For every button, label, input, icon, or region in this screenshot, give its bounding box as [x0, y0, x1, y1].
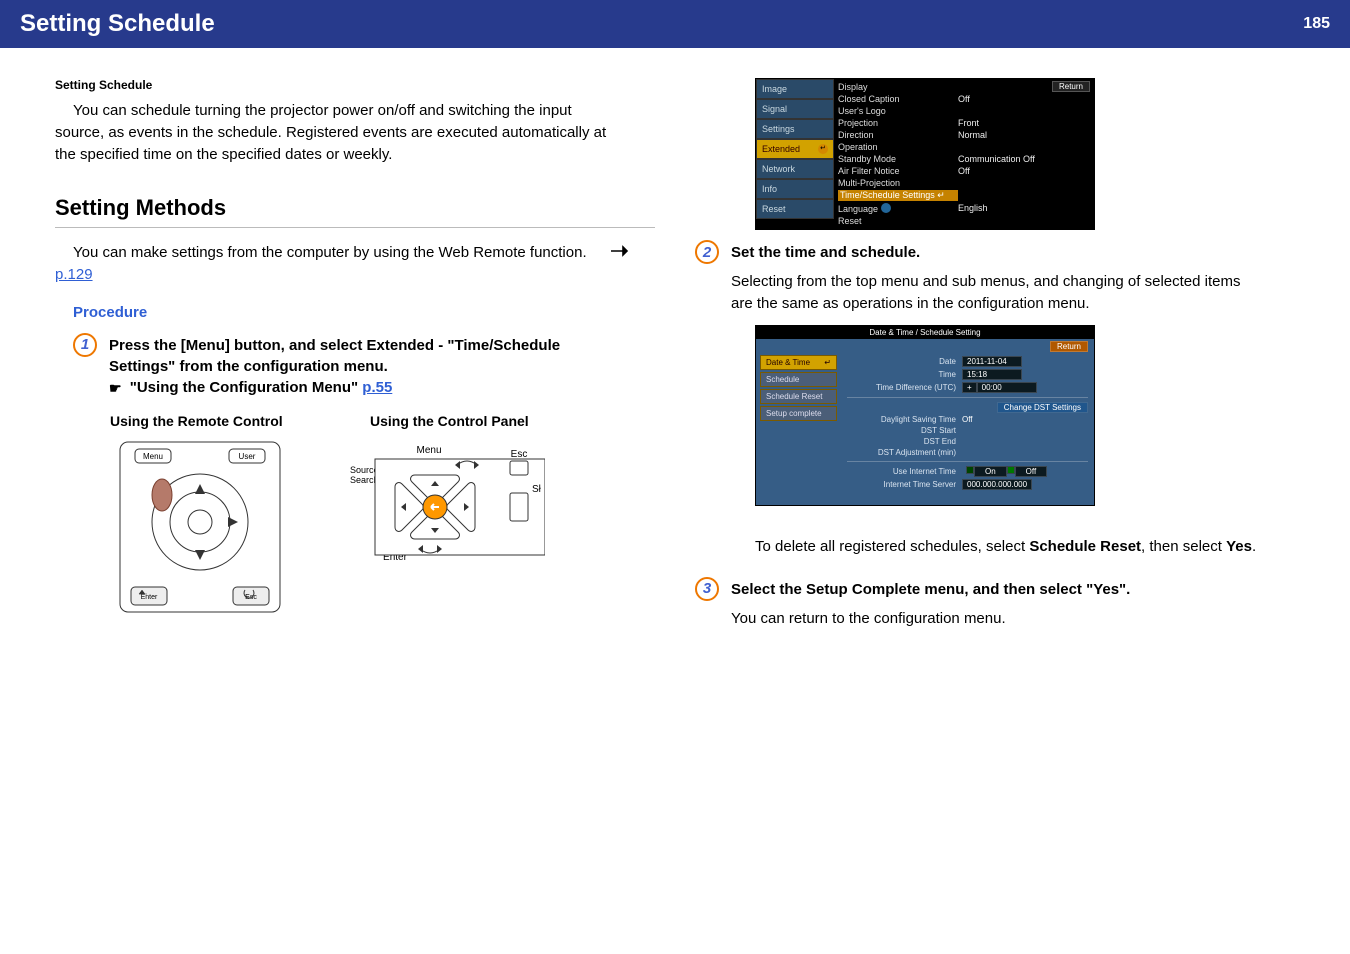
step-1-line2-text: "Using the Configuration Menu"	[130, 379, 363, 396]
shot2-dst-value: Off	[962, 415, 973, 424]
menu1-time-schedule: Time/Schedule Settings ↵	[838, 190, 958, 201]
step-3: 3 Select the Setup Complete menu, and th…	[695, 577, 1295, 630]
content-area: Setting Schedule You can schedule turnin…	[0, 48, 1350, 639]
menu1-return: Return	[1052, 81, 1090, 92]
remote-enter-label: Enter	[141, 594, 158, 601]
shot2-body: Return Date2011-11-04 Time15:18 Time Dif…	[841, 339, 1094, 495]
page-header: Setting Schedule 185	[0, 0, 1350, 48]
step-1-line1: Press the [Menu] button, and select Exte…	[109, 335, 629, 377]
step-2: 2 Set the time and schedule. Selecting f…	[695, 240, 1295, 315]
menu1-extended: Extended↵	[756, 139, 834, 159]
remote-menu-label: Menu	[143, 452, 163, 461]
section-body: You can make settings from the computer …	[55, 242, 655, 286]
step-1-number: 1	[73, 333, 97, 357]
intro-paragraph: You can schedule turning the projector p…	[55, 100, 615, 165]
menu1-image: Image	[756, 79, 834, 99]
breadcrumb: Setting Schedule	[55, 78, 655, 92]
shot2-sidebar: Date & Time ↵ Schedule Schedule Reset Se…	[756, 339, 841, 495]
hand-icon: ☛	[109, 380, 122, 396]
sub-header-panel: Using the Control Panel	[370, 413, 529, 429]
step-3-number: 3	[695, 577, 719, 601]
step-1-text: Press the [Menu] button, and select Exte…	[109, 333, 629, 399]
sub-headers: Using the Remote Control Using the Contr…	[110, 413, 655, 429]
section-body-text: You can make settings from the computer …	[73, 244, 591, 261]
shot2-title: Date & Time / Schedule Setting	[756, 326, 1094, 339]
globe-icon	[881, 203, 891, 213]
shot2-internet-time-server: 000.000.000.000	[962, 479, 1032, 490]
shot2-use-internet-time: On Off	[966, 466, 1047, 477]
left-column: Setting Schedule You can schedule turnin…	[55, 78, 655, 639]
sub-header-remote: Using the Remote Control	[110, 413, 370, 429]
menu1-body: Return Display Closed CaptionOff User's …	[834, 79, 1094, 229]
step-2-text: Set the time and schedule. Selecting fro…	[731, 240, 1251, 315]
step-3-body: You can return to the configuration menu…	[731, 608, 1130, 630]
step-1: 1 Press the [Menu] button, and select Ex…	[73, 333, 655, 399]
link-p129[interactable]: p.129	[55, 266, 93, 283]
menu1-sidebar: Image Signal Settings Extended↵ Network …	[756, 79, 834, 229]
shot2-date: 2011-11-04	[962, 356, 1022, 367]
shot2-time: 15:18	[962, 369, 1022, 380]
pointer-icon	[591, 242, 629, 264]
menu1-info: Info	[756, 179, 834, 199]
step-3-text: Select the Setup Complete menu, and then…	[731, 577, 1130, 630]
panel-source-label: Source	[350, 465, 379, 475]
panel-esc-label: Esc	[511, 449, 528, 460]
procedure-header: Procedure	[73, 304, 655, 321]
menu-screenshot-2: Date & Time / Schedule Setting Date & Ti…	[755, 325, 1095, 506]
menu1-network: Network	[756, 159, 834, 179]
shot2-return: Return	[1050, 341, 1088, 352]
svg-text:Sł: Sł	[532, 484, 542, 495]
step-1-line2: ☛ "Using the Configuration Menu" p.55	[109, 377, 629, 399]
step-2-number: 2	[695, 240, 719, 264]
page-title: Setting Schedule	[20, 10, 1303, 38]
panel-search-label: Search	[350, 475, 379, 485]
page-number: 185	[1303, 15, 1330, 33]
section-title: Setting Methods	[55, 195, 655, 228]
menu1-reset: Reset	[756, 199, 834, 219]
after-shot2-paragraph: To delete all registered schedules, sele…	[755, 536, 1275, 557]
menu1-settings: Settings	[756, 119, 834, 139]
step-2-body: Selecting from the top menu and sub menu…	[731, 271, 1251, 315]
menu-screenshot-1: Image Signal Settings Extended↵ Network …	[755, 78, 1095, 230]
control-panel-figure: Menu Esc Source Search Enter	[325, 437, 545, 577]
shot2-tab-datetime: Date & Time ↵	[760, 355, 837, 370]
link-p55[interactable]: p.55	[362, 379, 392, 396]
step-3-title: Select the Setup Complete menu, and then…	[731, 579, 1130, 600]
right-column: Image Signal Settings Extended↵ Network …	[695, 78, 1295, 639]
step-2-title: Set the time and schedule.	[731, 242, 1251, 263]
panel-menu-label: Menu	[416, 445, 441, 456]
shot2-tab-setup-complete: Setup complete	[760, 406, 837, 421]
figures-row: Menu User Enter	[105, 437, 655, 617]
remote-user-label: User	[239, 452, 256, 461]
remote-control-figure: Menu User Enter	[105, 437, 295, 617]
shot2-tab-schedule: Schedule	[760, 372, 837, 387]
shot2-tab-schedule-reset: Schedule Reset	[760, 389, 837, 404]
menu1-signal: Signal	[756, 99, 834, 119]
menu1-extended-badge: ↵	[818, 144, 828, 154]
shot2-timediff: 00:00	[977, 382, 1037, 393]
shot2-change-dst: Change DST Settings	[997, 402, 1088, 413]
